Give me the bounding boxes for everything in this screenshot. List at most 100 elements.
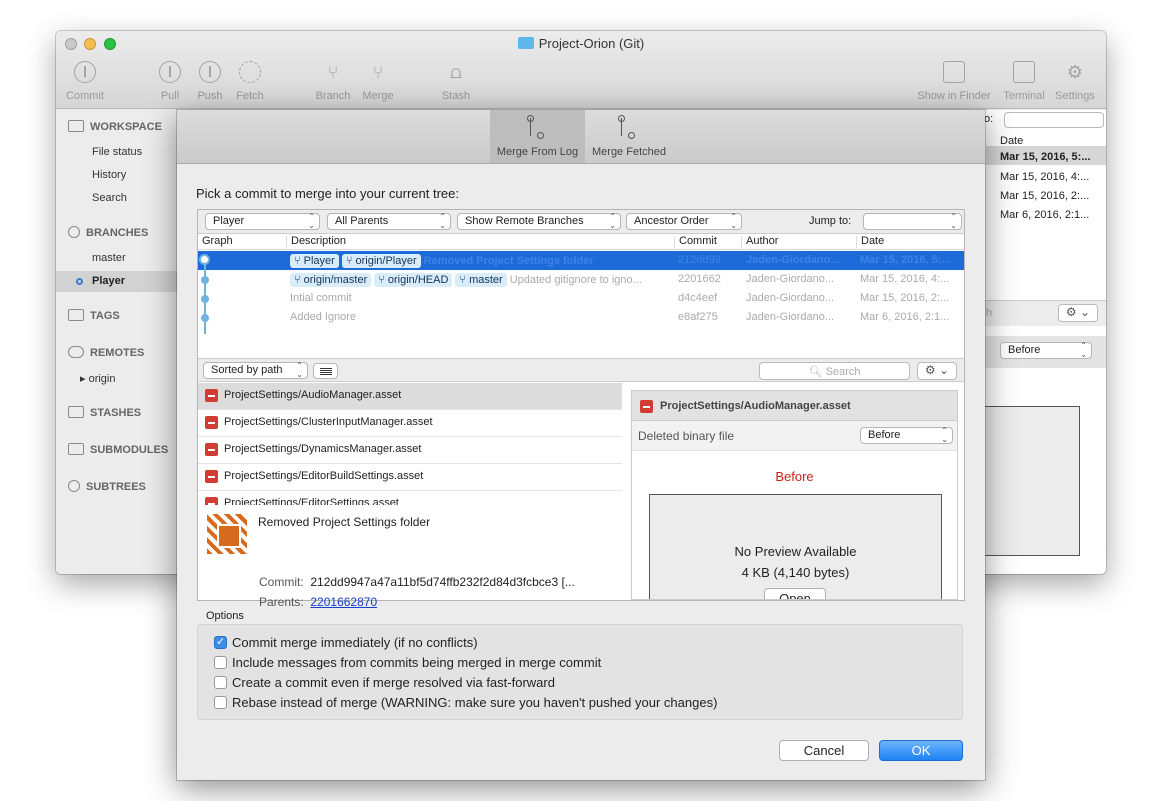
sidebar: WORKSPACE File status History Search BRA… — [56, 110, 178, 574]
branch-tag: ⑂ origin/Player — [341, 254, 421, 268]
sidebar-section-remotes[interactable]: REMOTES — [68, 346, 144, 359]
commit-row[interactable]: Intial commit d4c4eef Jaden-Giordano... … — [198, 289, 964, 308]
settings-button[interactable]: ⚙ Settings — [1052, 61, 1098, 102]
sheet-tab-bar: Merge From Log Merge Fetched — [177, 110, 985, 164]
pull-button[interactable]: Pull — [154, 61, 186, 102]
deleted-file-icon — [205, 470, 218, 483]
bg-jump-select[interactable] — [1004, 112, 1104, 128]
cancel-button[interactable]: Cancel — [779, 740, 869, 761]
file-row[interactable]: ProjectSettings/AudioManager.asset — [198, 383, 622, 410]
sidebar-item-player[interactable]: Player — [56, 271, 178, 292]
bg-before-select[interactable]: Before — [1000, 341, 1092, 359]
sidebar-item-search[interactable]: Search — [92, 192, 127, 204]
option-include-messages[interactable]: Include messages from commits being merg… — [214, 655, 601, 670]
list-view-button[interactable] — [313, 363, 338, 379]
diff-file-header: ProjectSettings/AudioManager.asset — [632, 391, 957, 421]
no-preview-text: No Preview Available — [734, 544, 857, 559]
file-row[interactable]: ProjectSettings/EditorBuildSettings.asse… — [198, 464, 622, 491]
commit-author: Jaden-Giordano... — [746, 292, 835, 304]
disclosure-triangle-icon: ▸ — [80, 373, 89, 385]
show-in-finder-button[interactable]: Show in Finder — [912, 61, 996, 102]
checkbox[interactable] — [214, 696, 227, 709]
title-bar: Project-Orion (Git) Commit Pull Push Fet… — [56, 31, 1106, 109]
bg-date-4: Mar 6, 2016, 2:1... — [1000, 209, 1090, 221]
file-options-gear-button[interactable]: ⚙ ⌄ — [917, 362, 957, 380]
commit-description: Intial commit — [290, 292, 352, 304]
option-rebase[interactable]: Rebase instead of merge (WARNING: make s… — [214, 695, 717, 710]
remote-branches-select[interactable]: Show Remote Branches — [457, 212, 621, 230]
sidebar-section-subtrees[interactable]: SUBTREES — [68, 480, 146, 493]
sidebar-section-branches[interactable]: BRANCHES — [68, 226, 148, 239]
branch-tag: ⑂ Player — [290, 254, 339, 268]
options-group: Commit merge immediately (if no conflict… — [197, 624, 963, 720]
commit-parents-field: Parents: 2201662870 — [259, 595, 378, 609]
gear-icon: ⚙ — [1066, 62, 1084, 82]
order-select[interactable]: Ancestor Order — [626, 212, 742, 230]
sidebar-item-file-status[interactable]: File status — [92, 146, 142, 158]
sidebar-item-origin[interactable]: ▸ origin — [80, 372, 115, 385]
sidebar-section-stashes[interactable]: STASHES — [68, 406, 141, 419]
push-button[interactable]: Push — [194, 61, 226, 102]
bg-search-hint: h — [986, 307, 993, 319]
sidebar-item-history[interactable]: History — [92, 169, 126, 181]
fetch-icon — [239, 61, 261, 83]
col-description[interactable]: Description — [291, 235, 346, 247]
option-commit-immediately[interactable]: Commit merge immediately (if no conflict… — [214, 635, 478, 650]
ok-button[interactable]: OK — [879, 740, 963, 761]
push-icon — [199, 61, 221, 83]
sidebar-section-tags[interactable]: TAGS — [68, 309, 120, 322]
branch-filter-select[interactable]: Player — [205, 212, 320, 230]
merge-sheet: Merge From Log Merge Fetched Pick a comm… — [177, 110, 985, 780]
sidebar-item-master[interactable]: master — [92, 252, 126, 264]
bg-gear-button[interactable]: ⚙ ⌄ — [1058, 304, 1098, 322]
jump-to-select[interactable] — [863, 212, 962, 230]
log-filter-bar: Player All Parents Show Remote Branches … — [198, 210, 964, 234]
option-no-fast-forward[interactable]: Create a commit even if merge resolved v… — [214, 675, 555, 690]
parent-commit-link[interactable]: 2201662870 — [310, 595, 377, 609]
diff-panel: ProjectSettings/AudioManager.asset Delet… — [631, 390, 958, 600]
file-row[interactable]: ProjectSettings/EditorSettings.asset — [198, 491, 622, 505]
open-file-button[interactable]: Open — [764, 588, 826, 599]
commit-hash: e8af275 — [678, 311, 718, 323]
checkbox[interactable] — [214, 656, 227, 669]
file-row[interactable]: ProjectSettings/ClusterInputManager.asse… — [198, 410, 622, 437]
branch-icon — [68, 226, 80, 238]
fetch-button[interactable]: Fetch — [232, 61, 268, 102]
col-date[interactable]: Date — [861, 235, 884, 247]
stash-button[interactable]: ⩍ Stash — [438, 61, 474, 102]
col-commit[interactable]: Commit — [679, 235, 717, 247]
commit-icon — [74, 61, 96, 83]
monitor-icon — [68, 120, 84, 132]
diff-mode-select[interactable]: Before — [860, 426, 953, 444]
commit-row[interactable]: ⑂ Player ⑂ origin/Player Removed Project S… — [198, 251, 964, 270]
deleted-file-icon — [205, 416, 218, 429]
branch-button[interactable]: ⑂ Branch — [312, 61, 354, 102]
commit-button[interactable]: Commit — [64, 61, 106, 102]
file-size-text: 4 KB (4,140 bytes) — [741, 565, 850, 580]
merge-button[interactable]: ⑂ Merge — [358, 61, 398, 102]
branch-tag: ⑂ origin/master — [290, 273, 372, 287]
col-author[interactable]: Author — [746, 235, 778, 247]
commit-row[interactable]: Added Ignore e8af275 Jaden-Giordano... M… — [198, 308, 964, 327]
search-icon: 🔍︎ — [808, 366, 826, 378]
file-list-toolbar: Sorted by path 🔍︎ Search ⚙ ⌄ — [198, 358, 964, 382]
finder-icon — [943, 61, 965, 83]
checkbox[interactable] — [214, 676, 227, 689]
branch-tag: ⑂ origin/HEAD — [374, 273, 453, 287]
parents-filter-select[interactable]: All Parents — [327, 212, 451, 230]
commit-node — [201, 276, 209, 284]
commit-row[interactable]: ⑂ origin/master ⑂ origin/HEAD ⑂ master Upda… — [198, 270, 964, 289]
sort-select[interactable]: Sorted by path — [203, 361, 308, 379]
file-row[interactable]: ProjectSettings/DynamicsManager.asset — [198, 437, 622, 464]
checkbox-checked[interactable] — [214, 635, 227, 649]
tab-merge-from-log[interactable]: Merge From Log — [490, 110, 585, 163]
file-search-input[interactable]: 🔍︎ Search — [759, 362, 910, 380]
sidebar-section-workspace[interactable]: WORKSPACE — [68, 120, 162, 133]
tab-merge-fetched[interactable]: Merge Fetched — [585, 110, 673, 163]
deleted-file-icon — [640, 400, 653, 413]
sidebar-section-submodules[interactable]: SUBMODULES — [68, 443, 168, 456]
bg-date-1: Mar 15, 2016, 5:... — [1000, 151, 1091, 163]
terminal-button[interactable]: Terminal — [1000, 61, 1048, 102]
commit-sha-field: Commit: 212dd9947a47a11bf5d74ffb232f2d84… — [259, 575, 575, 589]
col-graph[interactable]: Graph — [202, 235, 233, 247]
